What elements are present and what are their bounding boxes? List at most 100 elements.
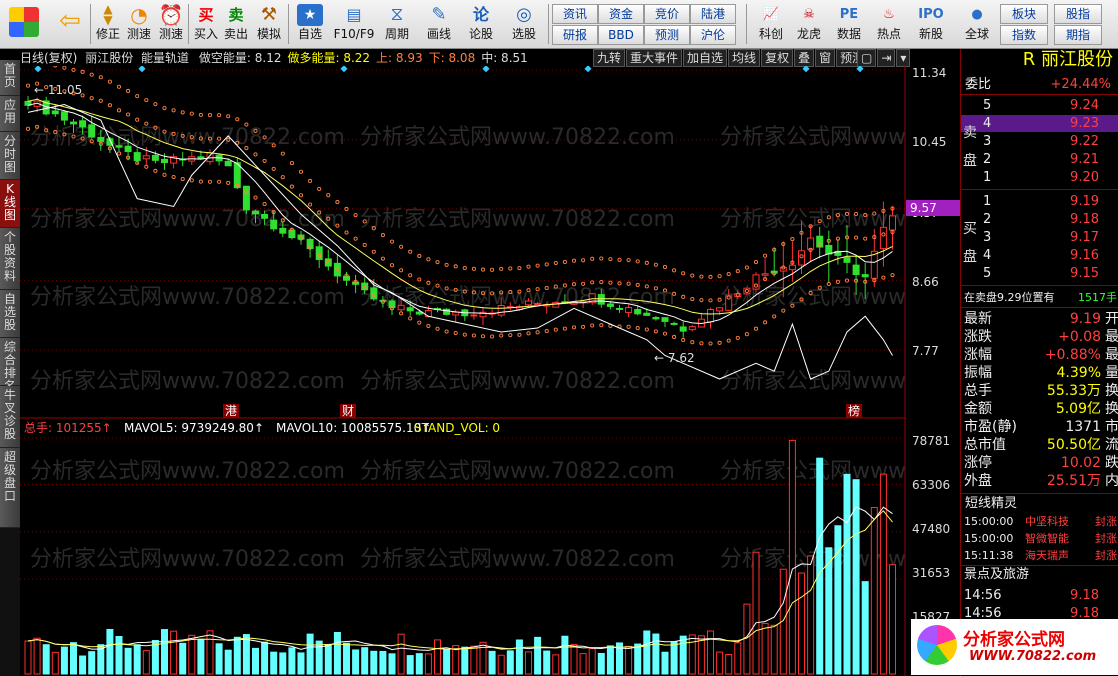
volume-bar [561,635,569,675]
select-stock-button[interactable]: ◎ 选股 [504,2,544,46]
chevron-down-icon[interactable]: ▾ [896,49,911,67]
candle-body [497,304,505,316]
chart-tool-1[interactable]: 重大事件 [626,49,683,67]
sell-level-2[interactable]: 2 9.21 [961,151,1118,168]
sidebar-tab-4[interactable]: 个股资料 [0,228,20,290]
band-dot [235,117,240,122]
band-dot [389,263,395,268]
buy-level-3[interactable]: 3 9.17 [961,229,1118,246]
sell-button[interactable]: 卖 卖出 [222,2,250,46]
watchlist-button[interactable]: ★ 自选 [292,2,328,46]
band-dot [298,193,304,198]
candle-body [879,226,887,250]
indicator-name[interactable]: 能量轨道 [141,51,189,65]
toolbar-right-grid-0[interactable]: 板块 [1000,4,1048,24]
chart-tool-2[interactable]: 加自选 [683,49,728,67]
simulate-button[interactable]: ⚒ 模拟 [252,2,286,46]
sell-icon: 卖 [228,6,244,24]
volume-bar [379,650,387,675]
sell-level-1[interactable]: 1 9.20 [961,169,1118,186]
lock-icon[interactable]: ▢ [857,49,877,67]
sidebar-tab-7[interactable]: 牛叉诊股 [0,386,20,448]
toolbar-grid-button-0[interactable]: 资讯 [552,4,598,24]
discuss-button[interactable]: 论 论股 [462,2,500,46]
band-dot [863,236,868,241]
volume-bar [843,473,851,675]
pin-icon[interactable]: ⇥ [877,49,896,67]
toolbar-grid-button-3[interactable]: 陆港 [690,4,736,24]
globe-button[interactable]: ● 全球 [958,2,996,46]
chart-tool-4[interactable]: 复权 [761,49,794,67]
toolbar-grid-button-2[interactable]: 竞价 [644,4,690,24]
band-dot [608,257,613,262]
band-dot [490,267,495,272]
short-title[interactable]: 短线精灵 [961,495,1118,512]
refresh-button[interactable]: ▲ ▼ 修正 [94,2,122,46]
buy-level-4[interactable]: 4 9.16 [961,247,1118,264]
hot-icon: ♨ [883,7,895,22]
sell-level-4[interactable]: 4 9.23 [961,115,1118,132]
sidebar-tab-2[interactable]: 分时图 [0,132,20,180]
candle-body [443,308,451,315]
period-button[interactable]: ⧖ 周期 [378,2,416,46]
buy-level-1[interactable]: 1 9.19 [961,193,1118,210]
draw-line-button[interactable]: ✎ 画线 [420,2,458,46]
watermark-text: 分析家公式网www.70822.com [720,369,906,394]
f10-button[interactable]: ▤ F10/F9 [332,2,376,46]
toolbar-grid-button-4[interactable]: 研报 [552,25,598,45]
kline-chart[interactable]: 分析家公式网www.70822.com 分析家公式网www.70822.com 分析… [20,66,906,676]
toolbar-right-grid-1[interactable]: 股指 [1054,4,1102,24]
home-logo-button[interactable] [4,2,44,46]
speed-icon: ◔ [130,3,148,27]
short-row-2[interactable]: 15:11:38 海天瑞声 封涨 [961,547,1118,564]
buy-level-5[interactable]: 5 9.15 [961,265,1118,282]
kline-mode[interactable]: 日线(复权) [20,51,77,65]
volume-bar [424,653,432,675]
toolbar-grid-button-1[interactable]: 资金 [598,4,644,24]
short-row-1[interactable]: 15:00:00 智微智能 封涨 [961,530,1118,547]
hot-button[interactable]: ♨ 热点 [870,2,908,46]
speed-test-button[interactable]: ◔ 测速 [124,2,154,46]
chart-tool-0[interactable]: 九转 [593,49,626,67]
sidebar-tab-1[interactable]: 应用 [0,96,20,132]
band-dot [271,166,276,171]
volume-bar [242,634,250,675]
volume-bar [197,639,205,675]
chart-button[interactable]: 📈 科创 [752,2,790,46]
toolbar-grid-button-5[interactable]: BBD [598,25,644,45]
dragon-button[interactable]: ☠ 龙虎 [790,2,828,46]
band-dot [471,333,476,338]
sidebar-tab-3[interactable]: K线图 [0,180,20,228]
toolbar-grid-button-7[interactable]: 沪伦 [690,25,736,45]
chart-tool-6[interactable]: 窗 [815,49,836,67]
back-button[interactable]: ⇦ [52,2,88,46]
band-dot [562,259,567,265]
band-dot [553,260,558,266]
ipo-button[interactable]: IPO 新股 [912,2,950,46]
chart-tool-3[interactable]: 均线 [728,49,761,67]
pe-button[interactable]: PE 数据 [830,2,868,46]
volume-bar [543,650,551,675]
sidebar-tab-0[interactable]: 首页 [0,60,20,96]
sidebar-tab-8[interactable]: 超级盘口 [0,448,20,528]
volume-bar [79,655,87,675]
buy-level-2[interactable]: 2 9.18 [961,211,1118,228]
signal-diamond [138,66,146,73]
period-icon: ⧖ [390,4,404,25]
sidebar-tab-6[interactable]: 综合排名 [0,338,20,393]
toolbar-right-grid-3[interactable]: 期指 [1054,25,1102,45]
toolbar-right-grid-2[interactable]: 指数 [1000,25,1048,45]
toolbar-grid-button-6[interactable]: 预测 [644,25,690,45]
sell-level-3[interactable]: 3 9.22 [961,133,1118,150]
watermark-text: 分析家公式网www.70822.com [30,285,345,310]
stat-row-4: 总手 55.33万换 [964,383,1118,399]
band-dot [408,249,413,254]
buy-button[interactable]: 买 买入 [192,2,220,46]
sidebar-tab-5[interactable]: 自选股 [0,290,20,338]
chart-tool-5[interactable]: 叠 [794,49,815,67]
stat-row-6: 市盈(静) 1371 市 [964,419,1118,435]
clock-test-button[interactable]: ⏰ 测速 [156,2,186,46]
sell-level-5[interactable]: 5 9.24 [961,97,1118,114]
band-dot [162,172,167,177]
short-row-0[interactable]: 15:00:00 中坚科技 封涨 [961,513,1118,530]
